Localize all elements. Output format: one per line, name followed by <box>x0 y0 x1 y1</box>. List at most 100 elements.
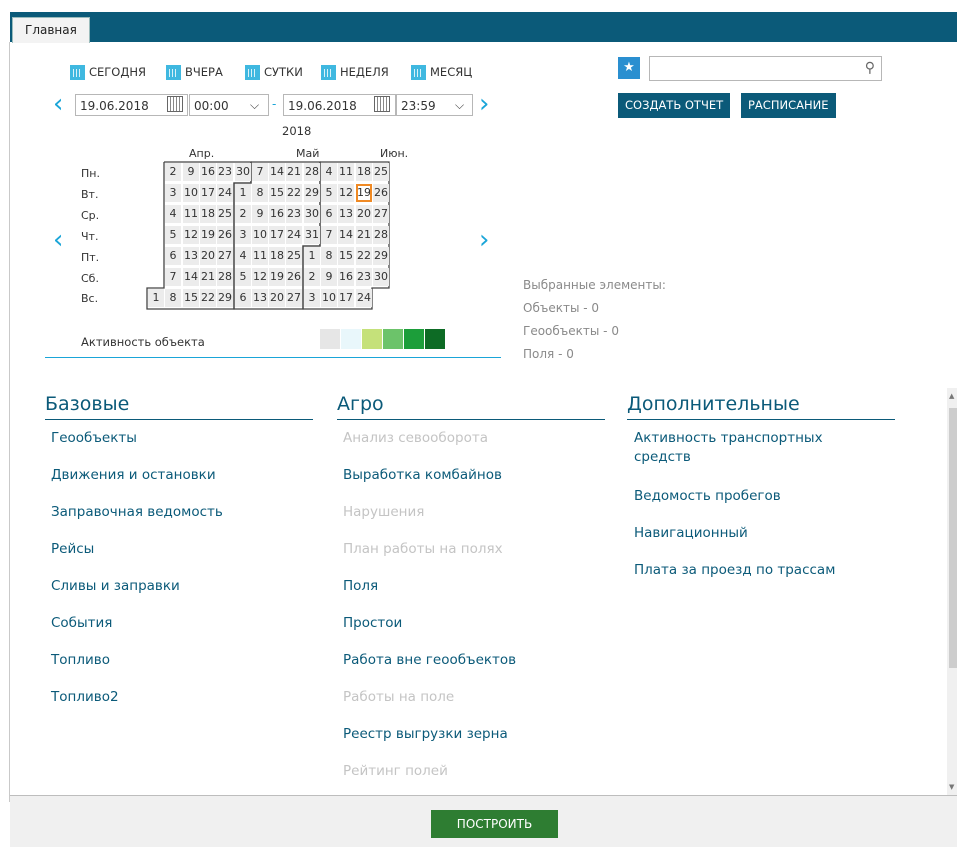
report-link[interactable]: Сливы и заправки <box>51 578 180 594</box>
calendar-day[interactable]: 14 <box>183 268 199 286</box>
report-link[interactable]: Рейсы <box>51 541 94 557</box>
calendar-day[interactable]: 23 <box>286 205 302 223</box>
search-input[interactable]: ⚲ <box>649 56 882 81</box>
calendar-day[interactable]: 11 <box>338 163 354 181</box>
calendar-day[interactable]: 20 <box>356 205 372 223</box>
calendar-day[interactable]: 17 <box>338 289 354 307</box>
calendar-day[interactable]: 1 <box>148 289 164 307</box>
calendar-day[interactable]: 21 <box>200 268 216 286</box>
calendar-day[interactable]: 20 <box>269 289 285 307</box>
build-button[interactable]: ПОСТРОИТЬ <box>431 810 558 838</box>
period-yesterday[interactable]: ВЧЕРА <box>166 62 223 82</box>
report-link[interactable]: Активность транспортных средств <box>634 430 823 465</box>
calendar-day[interactable]: 31 <box>304 226 320 244</box>
calendar-day[interactable]: 8 <box>252 184 268 202</box>
calendar-day[interactable]: 21 <box>356 226 372 244</box>
calendar-day[interactable]: 25 <box>373 163 389 181</box>
scroll-up-icon[interactable]: ▲ <box>949 392 954 400</box>
period-week[interactable]: НЕДЕЛЯ <box>321 62 389 82</box>
calendar-day[interactable]: 6 <box>165 247 181 265</box>
calendar-day[interactable]: 9 <box>321 268 337 286</box>
calendar-day[interactable]: 2 <box>304 268 320 286</box>
calendar-day[interactable]: 4 <box>235 247 251 265</box>
calendar-day[interactable]: 10 <box>183 184 199 202</box>
calendar-day[interactable]: 8 <box>165 289 181 307</box>
calendar-day[interactable]: 7 <box>165 268 181 286</box>
calendar-day[interactable]: 23 <box>217 163 233 181</box>
calendar-day[interactable]: 2 <box>235 205 251 223</box>
calendar-day[interactable]: 18 <box>269 247 285 265</box>
calendar-day[interactable]: 21 <box>286 163 302 181</box>
calendar-day[interactable]: 15 <box>338 247 354 265</box>
calendar-day[interactable]: 27 <box>217 247 233 265</box>
prev-range-arrow-icon[interactable]: ‹ <box>53 91 63 117</box>
calendar-day[interactable]: 15 <box>269 184 285 202</box>
calendar-day[interactable]: 25 <box>217 205 233 223</box>
calendar-day[interactable]: 6 <box>235 289 251 307</box>
calendar-day[interactable]: 26 <box>286 268 302 286</box>
calendar-day[interactable]: 11 <box>183 205 199 223</box>
calendar-day[interactable]: 5 <box>165 226 181 244</box>
calendar-day[interactable]: 28 <box>217 268 233 286</box>
calendar-day[interactable]: 5 <box>321 184 337 202</box>
calendar-day[interactable]: 22 <box>200 289 216 307</box>
report-link[interactable]: Движения и остановки <box>51 467 216 483</box>
report-link[interactable]: Геообъекты <box>51 430 137 446</box>
calendar-day[interactable]: 22 <box>356 247 372 265</box>
calendar-day[interactable]: 12 <box>252 268 268 286</box>
next-months-arrow-icon[interactable]: › <box>479 227 489 253</box>
calendar-day[interactable]: 18 <box>356 163 372 181</box>
from-calendar-icon[interactable] <box>167 96 183 112</box>
search-icon[interactable]: ⚲ <box>865 60 875 76</box>
calendar-day[interactable]: 17 <box>200 184 216 202</box>
report-link[interactable]: Поля <box>343 578 378 594</box>
report-link[interactable]: Плата за проезд по трассам <box>634 562 835 578</box>
calendar-day[interactable]: 14 <box>338 226 354 244</box>
calendar-day[interactable]: 7 <box>321 226 337 244</box>
calendar-day[interactable]: 13 <box>183 247 199 265</box>
calendar-day[interactable]: 9 <box>183 163 199 181</box>
scroll-down-icon[interactable]: ▼ <box>949 783 954 791</box>
calendar-day[interactable]: 15 <box>183 289 199 307</box>
calendar-day[interactable]: 23 <box>356 268 372 286</box>
report-link[interactable]: Простои <box>343 615 402 631</box>
calendar-day[interactable]: 24 <box>217 184 233 202</box>
calendar-day[interactable]: 19 <box>356 184 372 202</box>
calendar-day[interactable]: 26 <box>373 184 389 202</box>
report-link[interactable]: Навигационный <box>634 525 748 541</box>
calendar-day[interactable]: 3 <box>235 226 251 244</box>
calendar-day[interactable]: 16 <box>338 268 354 286</box>
calendar-day[interactable]: 29 <box>304 184 320 202</box>
report-link[interactable]: Топливо2 <box>51 689 119 705</box>
calendar-day[interactable]: 6 <box>321 205 337 223</box>
calendar-day[interactable]: 5 <box>235 268 251 286</box>
period-month[interactable]: МЕСЯЦ <box>411 62 472 82</box>
report-link[interactable]: Ведомость пробегов <box>634 488 781 504</box>
calendar-day[interactable]: 4 <box>321 163 337 181</box>
report-link[interactable]: События <box>51 615 112 631</box>
calendar-day[interactable]: 30 <box>235 163 251 181</box>
calendar-day[interactable]: 28 <box>304 163 320 181</box>
prev-months-arrow-icon[interactable]: ‹ <box>53 227 63 253</box>
favorites-button[interactable]: ★ <box>618 57 640 79</box>
calendar-day[interactable]: 2 <box>165 163 181 181</box>
calendar-day[interactable]: 10 <box>321 289 337 307</box>
period-today[interactable]: СЕГОДНЯ <box>70 62 146 82</box>
calendar-day[interactable]: 7 <box>252 163 268 181</box>
chevron-down-icon[interactable]: ⌵ <box>250 98 259 113</box>
calendar-day[interactable]: 16 <box>200 163 216 181</box>
tab-main[interactable]: Главная <box>12 17 90 43</box>
calendar-day[interactable]: 26 <box>217 226 233 244</box>
calendar-day[interactable]: 18 <box>200 205 216 223</box>
calendar-day[interactable]: 30 <box>373 268 389 286</box>
calendar-day[interactable]: 29 <box>373 247 389 265</box>
calendar-day[interactable]: 3 <box>165 184 181 202</box>
calendar-day[interactable]: 30 <box>304 205 320 223</box>
calendar-day[interactable]: 12 <box>338 184 354 202</box>
calendar-day[interactable]: 3 <box>304 289 320 307</box>
calendar-day[interactable]: 22 <box>286 184 302 202</box>
calendar-day[interactable]: 14 <box>269 163 285 181</box>
calendar-day[interactable]: 12 <box>183 226 199 244</box>
create-report-button[interactable]: СОЗДАТЬ ОТЧЕТ <box>618 93 731 118</box>
scrollbar-thumb[interactable] <box>949 408 957 668</box>
